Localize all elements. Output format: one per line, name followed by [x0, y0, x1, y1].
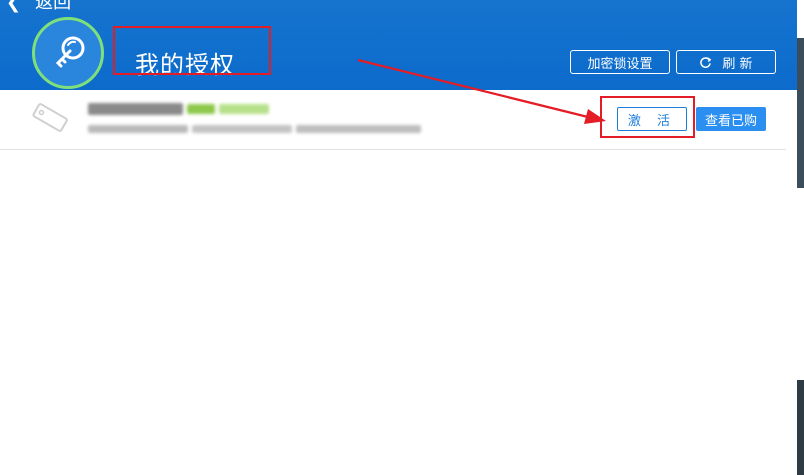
background-window-edge-dark — [797, 38, 804, 188]
background-window-edge-dark-lower — [797, 380, 804, 475]
license-window: ❮ 返回 我的授权 加密锁设置 刷 新 激 活 查看已购 — [0, 0, 797, 475]
red-arrow-annotation — [357, 58, 606, 124]
